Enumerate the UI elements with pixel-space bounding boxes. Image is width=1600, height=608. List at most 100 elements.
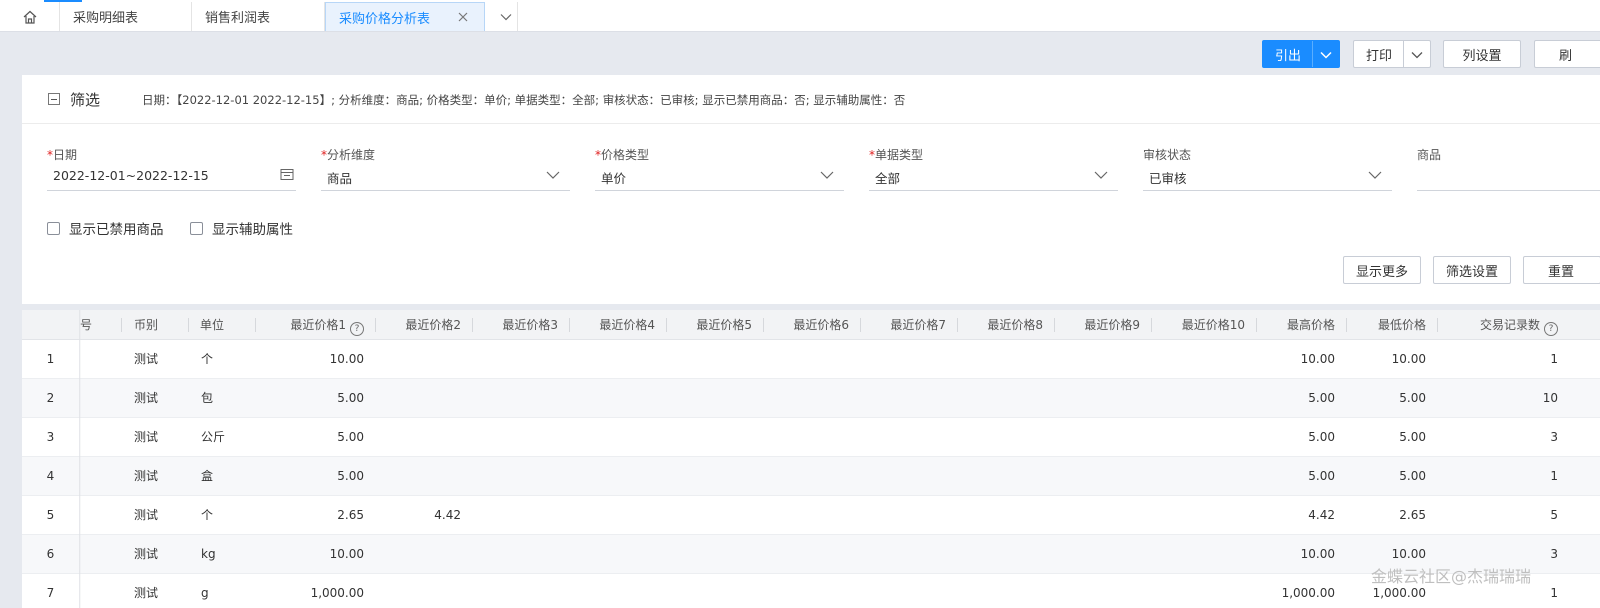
date-field[interactable]: *日期 2022-12-01~2022-12-15 xyxy=(47,146,296,191)
column-header-price9[interactable]: 最近价格9 xyxy=(1055,310,1140,340)
column-header-price10[interactable]: 最近价格10 xyxy=(1152,310,1245,340)
column-header-trade-count[interactable]: 交易记录数? xyxy=(1438,310,1558,340)
show-more-button[interactable]: 显示更多 xyxy=(1343,256,1421,284)
table-row[interactable]: 6 测试 kg 10.00 10.00 10.00 3 xyxy=(22,535,1600,574)
trade-count-cell: 5 xyxy=(1550,508,1558,522)
print-button[interactable]: 打印 xyxy=(1353,40,1431,68)
show-aux-attr-label: 显示辅助属性 xyxy=(212,222,293,238)
max-price-cell: 4.42 xyxy=(1308,508,1335,522)
date-value: 2022-12-01~2022-12-15 xyxy=(53,168,209,183)
unit-cell: 盒 xyxy=(201,469,214,483)
watermark: 金蝶云社区@杰瑞瑞瑞 xyxy=(1371,567,1532,586)
table-row[interactable]: 1 测试 个 10.00 10.00 10.00 1 xyxy=(22,340,1600,379)
reset-button[interactable]: 重置 xyxy=(1523,256,1600,284)
product-label: 商品 xyxy=(1417,148,1442,162)
column-header-price5[interactable]: 最近价格5 xyxy=(667,310,752,340)
column-header-price4[interactable]: 最近价格4 xyxy=(570,310,655,340)
export-button[interactable]: 引出 xyxy=(1262,40,1340,68)
currency-cell: 测试 xyxy=(134,508,159,522)
table-row[interactable]: 2 测试 包 5.00 5.00 5.00 10 xyxy=(22,379,1600,418)
product-field[interactable]: 商品 xyxy=(1417,146,1600,191)
doc-type-select[interactable]: *单据类型 全部 xyxy=(869,146,1118,191)
price1-cell: 5.00 xyxy=(337,430,364,444)
show-more-label: 显示更多 xyxy=(1355,264,1408,280)
currency-cell: 测试 xyxy=(134,547,159,561)
tab-sales-profit[interactable]: 销售利润表 xyxy=(192,2,325,31)
audit-status-label: 审核状态 xyxy=(1143,148,1192,162)
show-aux-attr-checkbox[interactable]: 显示辅助属性 xyxy=(190,218,293,238)
calendar-icon[interactable] xyxy=(280,167,294,181)
refresh-button[interactable]: 刷 xyxy=(1534,40,1600,68)
price2-cell xyxy=(376,457,461,496)
column-header-price6[interactable]: 最近价格6 xyxy=(764,310,849,340)
reset-label: 重置 xyxy=(1548,264,1575,280)
doc-type-label: 单据类型 xyxy=(875,148,924,162)
currency-cell: 测试 xyxy=(134,352,159,366)
date-label: 日期 xyxy=(53,148,78,162)
column-header-price7[interactable]: 最近价格7 xyxy=(861,310,946,340)
price1-cell: 5.00 xyxy=(337,469,364,483)
tab-purchase-price-analysis[interactable]: 采购价格分析表 xyxy=(325,2,485,31)
collapse-toggle-icon[interactable] xyxy=(48,93,60,105)
tab-label: 采购明细表 xyxy=(73,11,139,26)
help-icon[interactable]: ? xyxy=(350,322,364,336)
min-price-cell: 5.00 xyxy=(1399,391,1426,405)
audit-status-value: 已审核 xyxy=(1149,171,1187,186)
row-index-cell: 5 xyxy=(46,508,55,522)
table-row[interactable]: 7 测试 g 1,000.00 1,000.00 1,000.00 1 xyxy=(22,574,1600,608)
dimension-select[interactable]: *分析维度 商品 xyxy=(321,146,570,191)
currency-cell: 测试 xyxy=(134,391,159,405)
min-price-cell: 5.00 xyxy=(1399,430,1426,444)
currency-cell: 测试 xyxy=(134,586,159,600)
table-row[interactable]: 4 测试 盒 5.00 5.00 5.00 1 xyxy=(22,457,1600,496)
chevron-down-icon xyxy=(546,171,560,179)
checkbox-box[interactable] xyxy=(47,221,60,235)
tab-label: 采购价格分析表 xyxy=(339,11,431,27)
chevron-down-icon[interactable] xyxy=(1411,51,1423,59)
price2-cell xyxy=(376,535,461,574)
unit-cell: 个 xyxy=(201,352,214,366)
row-index-cell: 3 xyxy=(46,430,55,444)
chevron-down-icon[interactable] xyxy=(1320,51,1332,59)
column-header-no[interactable]: 号 xyxy=(80,310,92,340)
unit-cell: kg xyxy=(201,547,216,561)
price2-cell xyxy=(376,379,461,418)
column-header-min-price[interactable]: 最低价格 xyxy=(1347,310,1426,340)
column-header-price1[interactable]: 最近价格1? xyxy=(256,310,364,340)
checkbox-box[interactable] xyxy=(190,221,203,235)
price-type-select[interactable]: *价格类型 单价 xyxy=(595,146,844,191)
column-header-unit[interactable]: 单位 xyxy=(200,310,224,340)
grid-header: 号 币别 单位 最近价格1? 最近价格2 最近价格3 最近价格4 最近价格5 最… xyxy=(22,310,1600,340)
table-row[interactable]: 5 测试 个 2.65 4.42 4.42 2.65 5 xyxy=(22,496,1600,535)
show-disabled-products-label: 显示已禁用商品 xyxy=(69,222,164,238)
column-header-price1-label: 最近价格1 xyxy=(290,318,346,332)
filter-settings-label: 筛选设置 xyxy=(1445,264,1498,280)
price1-cell: 10.00 xyxy=(329,352,364,366)
tab-more-button[interactable] xyxy=(494,2,518,31)
trade-count-cell: 3 xyxy=(1550,430,1558,444)
frozen-column-divider xyxy=(79,310,81,608)
max-price-cell: 1,000.00 xyxy=(1281,586,1335,600)
price-analysis-grid: 号 币别 单位 最近价格1? 最近价格2 最近价格3 最近价格4 最近价格5 最… xyxy=(22,310,1600,608)
filter-title[interactable]: 筛选 xyxy=(70,89,100,110)
column-settings-button[interactable]: 列设置 xyxy=(1443,40,1521,68)
column-header-max-price[interactable]: 最高价格 xyxy=(1257,310,1335,340)
unit-cell: 个 xyxy=(201,508,214,522)
column-header-price8[interactable]: 最近价格8 xyxy=(958,310,1043,340)
min-price-cell: 10.00 xyxy=(1391,352,1426,366)
help-icon[interactable]: ? xyxy=(1544,322,1558,336)
table-row[interactable]: 3 测试 公斤 5.00 5.00 5.00 3 xyxy=(22,418,1600,457)
show-disabled-products-checkbox[interactable]: 显示已禁用商品 xyxy=(47,218,164,238)
max-price-cell: 5.00 xyxy=(1308,391,1335,405)
filter-panel: 筛选 日期：【2022-12-01 2022-12-15】; 分析维度：商品; … xyxy=(22,75,1600,304)
unit-cell: 包 xyxy=(201,391,214,405)
column-header-price2[interactable]: 最近价格2 xyxy=(376,310,461,340)
close-icon[interactable] xyxy=(456,10,470,24)
filter-settings-button[interactable]: 筛选设置 xyxy=(1433,256,1511,284)
min-price-cell: 5.00 xyxy=(1399,469,1426,483)
home-tab[interactable] xyxy=(0,2,60,31)
column-header-price3[interactable]: 最近价格3 xyxy=(473,310,558,340)
audit-status-select[interactable]: 审核状态 已审核 xyxy=(1143,146,1392,191)
column-header-currency[interactable]: 币别 xyxy=(134,310,158,340)
tab-purchase-detail[interactable]: 采购明细表 xyxy=(60,2,192,31)
